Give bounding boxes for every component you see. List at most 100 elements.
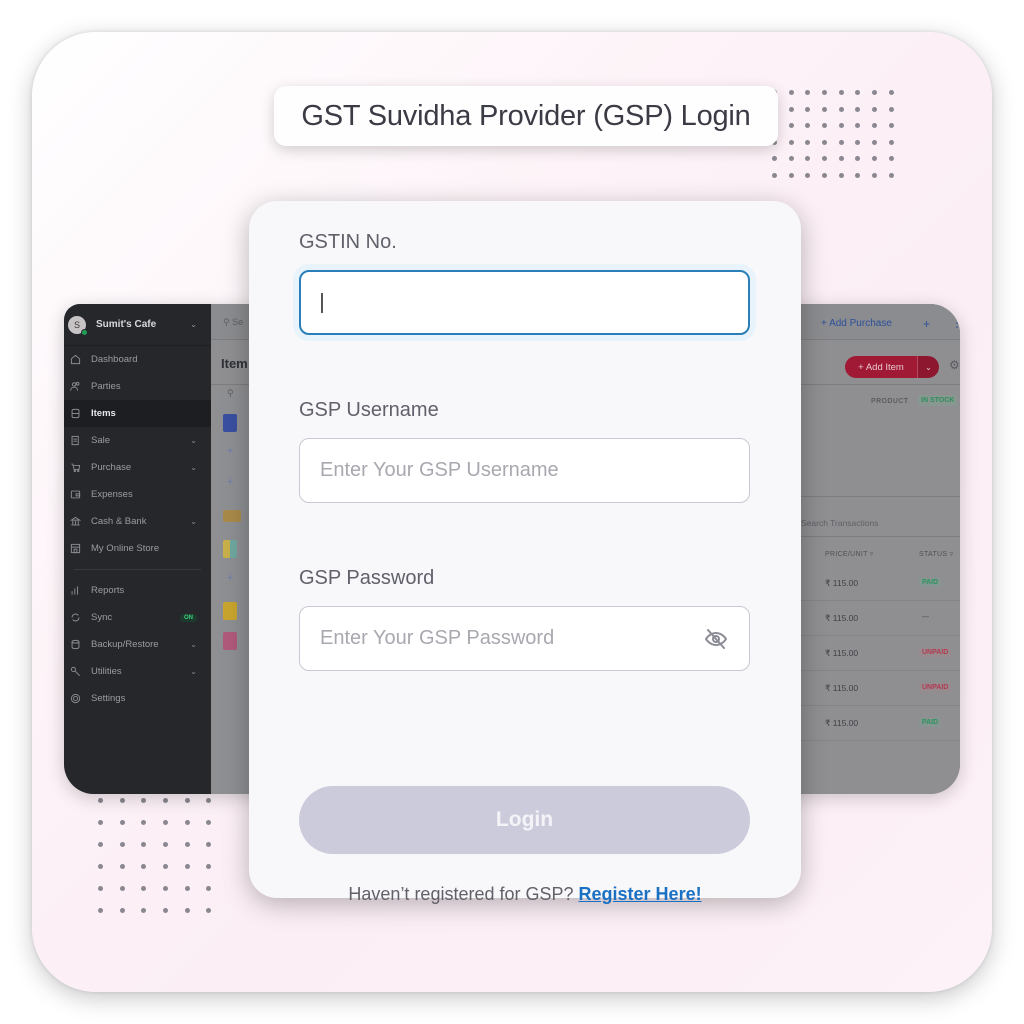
gstin-input[interactable] (299, 270, 750, 335)
decorative-dot (888, 139, 894, 145)
sidebar-menu: Dashboard Parties Items Sale ⌄ Purchase ⌄ Expen… (64, 346, 211, 712)
sidebar-item-label: My Online Store (91, 543, 160, 554)
add-icon[interactable]: + (227, 572, 233, 584)
decorative-dot (788, 172, 794, 178)
price-cell: ₹ 115.00 (825, 613, 859, 623)
table-row[interactable]: ₹ 115.00 PAID (791, 566, 960, 601)
decorative-dot (822, 123, 828, 128)
home-icon (68, 353, 82, 367)
business-switcher[interactable]: S Sumit's Cafe ⌄ (64, 304, 211, 346)
decorative-dot (772, 156, 777, 161)
add-icon[interactable]: + (227, 476, 233, 488)
gear-icon[interactable]: ⚙ (949, 358, 960, 372)
sidebar-item-settings[interactable]: Settings (64, 685, 211, 712)
decorative-dot (772, 172, 777, 178)
price-column-header[interactable]: PRICE/UNIT ▿ (825, 550, 874, 558)
sidebar-item-purchase[interactable]: Purchase ⌄ (64, 454, 211, 481)
sidebar-item-label: Purchase (91, 462, 132, 473)
decorative-dot (822, 106, 828, 112)
users-icon (68, 380, 82, 394)
decorative-dot (788, 90, 794, 95)
sidebar-item-parties[interactable]: Parties (64, 373, 211, 400)
decorative-dot (141, 864, 147, 869)
filter-icon[interactable]: ▿ (870, 551, 874, 558)
decorative-dot (98, 864, 103, 869)
sidebar-item-label: Settings (91, 693, 126, 704)
price-cell: ₹ 115.00 (825, 578, 859, 588)
decorative-dot (855, 172, 861, 178)
sidebar-item-label: Parties (91, 381, 121, 392)
decorative-dot (184, 864, 190, 869)
sidebar-item-my-online-store[interactable]: My Online Store (64, 535, 211, 562)
decorative-dot (119, 886, 125, 891)
add-more-button[interactable]: + (923, 317, 930, 331)
page-title: Item (221, 356, 248, 371)
decorative-dot (141, 842, 147, 847)
decorative-dot (206, 886, 212, 891)
add-purchase-button[interactable]: + Add Purchase (821, 318, 892, 329)
sidebar-item-items[interactable]: Items (64, 400, 211, 427)
gsp-username-input[interactable]: Enter Your GSP Username (299, 438, 750, 503)
decorative-dot (184, 908, 190, 913)
sidebar-item-reports[interactable]: Reports (64, 577, 211, 604)
decorative-dot (206, 842, 212, 847)
gsp-password-input[interactable]: Enter Your GSP Password (299, 606, 750, 671)
search-transactions-input[interactable]: Search Transactions (801, 518, 878, 528)
sidebar-item-label: Expenses (91, 489, 133, 500)
item-thumbnail[interactable] (223, 632, 237, 650)
decorative-dot (141, 908, 147, 913)
sidebar-divider (74, 569, 201, 570)
sidebar-item-label: Utilities (91, 666, 122, 677)
divider (791, 496, 960, 497)
sidebar-item-dashboard[interactable]: Dashboard (64, 346, 211, 373)
more-options-icon[interactable]: ⋮ (951, 316, 960, 330)
sidebar-item-expenses[interactable]: Expenses (64, 481, 211, 508)
decorative-dot (855, 156, 861, 161)
add-icon[interactable]: + (227, 445, 233, 457)
register-here-link[interactable]: Register Here! (579, 884, 702, 904)
decorative-dot (888, 123, 894, 128)
item-thumbnail[interactable] (223, 510, 241, 522)
decorative-dot (163, 820, 169, 825)
table-row[interactable]: ₹ 115.00 — (791, 601, 960, 636)
decorative-dot (163, 798, 169, 803)
sidebar-item-backup-restore[interactable]: Backup/Restore ⌄ (64, 631, 211, 658)
decorative-dot (163, 864, 169, 869)
decorative-dot (805, 156, 811, 161)
item-thumbnail[interactable] (223, 414, 237, 432)
table-row[interactable]: ₹ 115.00 UNPAID (791, 671, 960, 706)
sidebar-item-utilities[interactable]: Utilities ⌄ (64, 658, 211, 685)
sidebar-item-label: Cash & Bank (91, 516, 147, 527)
decorative-dot (141, 886, 147, 891)
decorative-dot (872, 106, 878, 112)
status-badge: UNPAID (919, 683, 952, 692)
sidebar-item-cash-bank[interactable]: Cash & Bank ⌄ (64, 508, 211, 535)
receipt-icon (68, 434, 82, 448)
item-thumbnail[interactable] (223, 540, 237, 558)
filter-icon[interactable]: ▿ (950, 551, 954, 558)
gstin-label: GSTIN No. (299, 231, 397, 253)
sync-icon (68, 611, 82, 625)
table-row[interactable]: ₹ 115.00 PAID (791, 706, 960, 741)
decorative-dot (838, 156, 844, 161)
item-thumbnail[interactable] (223, 602, 237, 620)
decorative-dot (98, 908, 103, 913)
eye-off-icon[interactable] (703, 627, 729, 651)
search-icon[interactable]: ⚲ (227, 388, 234, 399)
business-name: Sumit's Cafe (96, 319, 157, 330)
promo-frame: S Sumit's Cafe ⌄ Dashboard Parties Items Sa… (32, 32, 992, 992)
global-search[interactable]: ⚲ Se (223, 317, 243, 328)
register-prompt: Haven’t registered for GSP? Register Her… (348, 884, 702, 904)
status-column-header[interactable]: STATUS ▿ (919, 550, 953, 558)
add-item-dropdown[interactable]: ⌄ (917, 356, 939, 378)
add-item-button[interactable]: + Add Item (845, 356, 917, 378)
decorative-dot (184, 886, 190, 891)
decorative-dot (788, 156, 794, 161)
table-row[interactable]: ₹ 115.00 UNPAID (791, 636, 960, 671)
sidebar-item-sale[interactable]: Sale ⌄ (64, 427, 211, 454)
sync-status-badge[interactable]: ON (180, 613, 197, 622)
decorative-dot (855, 90, 861, 95)
sidebar-item-sync[interactable]: Sync ON (64, 604, 211, 631)
decorative-dot-grid-bottom (98, 798, 212, 913)
login-button[interactable]: Login (299, 786, 750, 854)
